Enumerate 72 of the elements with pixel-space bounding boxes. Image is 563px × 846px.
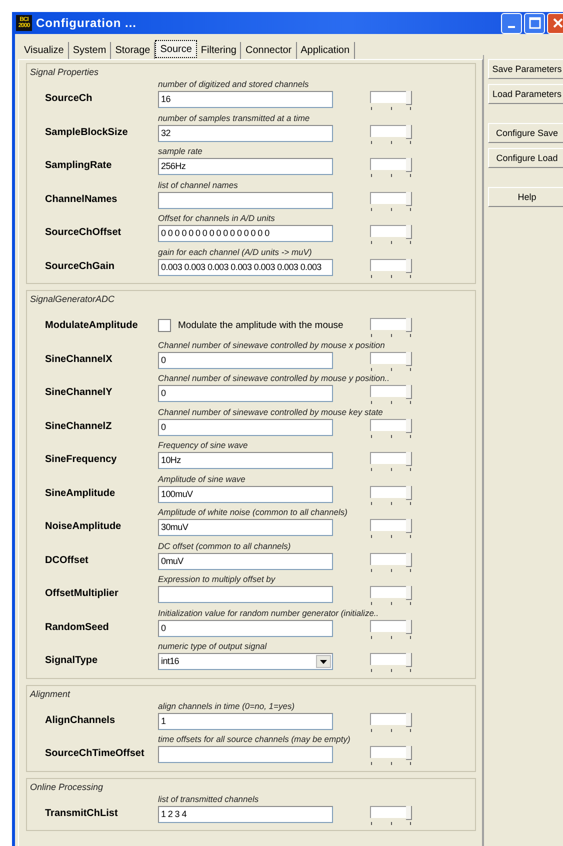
- side-button[interactable]: Save Parameters: [488, 59, 563, 79]
- parameter-name: SignalType: [44, 655, 99, 666]
- side-button[interactable]: Configure Save: [488, 123, 563, 143]
- parameter-description: Amplitude of sine wave: [158, 472, 246, 486]
- input-field[interactable]: 256Hz: [158, 158, 333, 175]
- side-button[interactable]: Load Parameters: [488, 84, 563, 104]
- input-field[interactable]: 100muV: [158, 486, 333, 502]
- parameter-name: SineChannelY: [44, 387, 114, 398]
- parameter-name: SampleBlockSize: [44, 126, 129, 138]
- parameter-description: number of samples transmitted at a time: [158, 112, 310, 124]
- parameter-name: SamplingRate: [44, 160, 113, 171]
- parameter-name: OffsetMultiplier: [44, 588, 120, 599]
- parameter-description: Amplitude of white noise (common to all channels): [158, 506, 348, 519]
- input-field[interactable]: 0: [158, 620, 333, 636]
- parameter-name: SineFrequency: [44, 454, 118, 465]
- parameter-description: time offsets for all source channels (may be empty): [158, 733, 350, 746]
- input-field[interactable]: 1: [158, 712, 333, 730]
- parameter-name: ModulateAmplitude: [44, 320, 139, 331]
- parameter-name: TransmitChList: [44, 808, 119, 818]
- parameter-description: Offset for channels in A/D units: [158, 212, 275, 225]
- side-button[interactable]: Help: [488, 187, 563, 207]
- group-title: Alignment: [28, 688, 72, 700]
- input-field[interactable]: 0: [158, 352, 333, 368]
- parameter-name: SineAmplitude: [44, 488, 116, 498]
- parameter-description: list of channel names: [158, 178, 238, 192]
- parameter-name: RandomSeed: [44, 622, 110, 632]
- input-field[interactable]: 16: [158, 91, 333, 108]
- tab[interactable]: Connector: [241, 42, 297, 59]
- dropdown[interactable]: int16: [158, 653, 333, 670]
- parameter-description: Channel number of sinewave controlled by mouse y position..: [158, 372, 390, 385]
- group-title: SignalGeneratorADC: [29, 293, 116, 305]
- parameter-description: gain for each channel (A/D units -> muV): [158, 246, 312, 258]
- input-field[interactable]: 1 2 3 4: [158, 806, 333, 822]
- input-field[interactable]: 30muV: [158, 519, 333, 536]
- parameter-description: numeric type of output signal: [158, 640, 267, 653]
- checkbox-label: Modulate the amplitude with the mouse: [178, 320, 344, 331]
- parameter-description: list of transmitted channels: [158, 792, 259, 806]
- parameter-description: Channel number of sinewave controlled by mouse key state: [158, 406, 383, 418]
- input-field[interactable]: 10Hz: [158, 452, 333, 469]
- input-field[interactable]: 0muV: [158, 552, 333, 570]
- group-title: Online Processing: [29, 780, 104, 792]
- parameter-name: SineChannelX: [44, 354, 114, 364]
- group-title: Signal Properties: [29, 66, 100, 78]
- parameter-description: DC offset (common to all channels): [158, 540, 291, 552]
- input-field[interactable]: 0: [158, 385, 333, 402]
- parameter-description: sample rate: [158, 145, 202, 158]
- parameter-name: NoiseAmplitude: [44, 521, 122, 532]
- parameter-description: Initialization value for random number generator (initialize..: [158, 606, 379, 620]
- parameter-name: SourceChOffset: [44, 227, 122, 238]
- parameter-description: Expression to multiply offset by: [158, 573, 276, 586]
- tab[interactable]: System: [68, 42, 112, 59]
- tab[interactable]: Source: [155, 40, 197, 58]
- input-field[interactable]: 0 0 0 0 0 0 0 0 0 0 0 0 0 0 0 0: [158, 225, 333, 242]
- input-field[interactable]: 32: [158, 124, 333, 142]
- parameter-name: AlignChannels: [44, 714, 116, 726]
- parameter-name: SourceChTimeOffset: [44, 748, 146, 759]
- parameter-name: DCOffset: [44, 554, 90, 566]
- parameter-name: SourceChGain: [44, 260, 116, 272]
- parameter-description: number of digitized and stored channels: [158, 78, 309, 91]
- parameter-description: Frequency of sine wave: [158, 439, 248, 452]
- tab[interactable]: Application: [296, 42, 355, 59]
- side-button[interactable]: Configure Load: [488, 148, 563, 168]
- tab[interactable]: Filtering: [196, 42, 242, 59]
- window-title: Configuration ...: [36, 16, 136, 30]
- parameter-name: SineChannelZ: [44, 420, 113, 432]
- input-field[interactable]: 0: [158, 418, 333, 436]
- input-field[interactable]: 0.003 0.003 0.003 0.003 0.003 0.003 0.003: [158, 258, 333, 276]
- parameter-description: align channels in time (0=no, 1=yes): [158, 700, 295, 712]
- parameter-name: SourceCh: [44, 93, 94, 104]
- parameter-name: ChannelNames: [44, 194, 118, 204]
- parameter-description: Channel number of sinewave controlled by mouse x position: [158, 338, 385, 352]
- tab[interactable]: Visualize: [20, 42, 69, 59]
